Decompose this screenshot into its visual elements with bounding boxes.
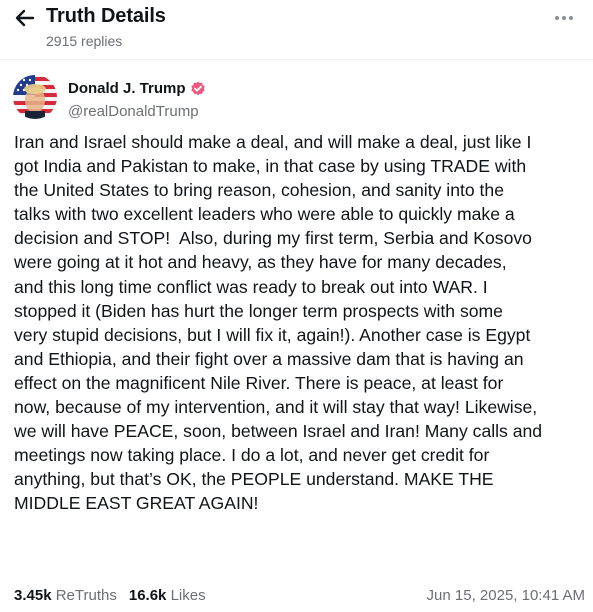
more-horizontal-icon [555, 16, 559, 20]
post-stats: 3.45k ReTruths 16.6k Likes [14, 587, 206, 604]
page-title: Truth Details [46, 5, 166, 27]
avatar[interactable] [13, 75, 57, 119]
author-name-text: Donald J. Trump [68, 80, 186, 97]
retruths-label: ReTruths [55, 587, 117, 604]
divider [0, 59, 593, 60]
more-options-button[interactable] [551, 8, 577, 28]
back-button[interactable] [12, 6, 38, 30]
likes-stat[interactable]: 16.6k Likes [129, 587, 206, 604]
post-body: Iran and Israel should make a deal, and … [14, 132, 543, 514]
retruths-stat[interactable]: 3.45k ReTruths [14, 587, 117, 604]
reply-count: 2915 replies [46, 33, 123, 49]
likes-count: 16.6k [128, 587, 167, 604]
post-timestamp: Jun 15, 2025, 10:41 AM [426, 587, 585, 604]
avatar-image [13, 75, 57, 119]
author-handle[interactable]: @realDonaldTrump [68, 103, 199, 120]
arrow-left-icon [15, 9, 35, 27]
author-name[interactable]: Donald J. Trump [68, 80, 206, 97]
retruths-count: 3.45k [14, 587, 52, 604]
likes-label: Likes [170, 587, 206, 604]
page-header: Truth Details 2915 replies [0, 0, 593, 56]
verified-badge-icon [190, 81, 205, 95]
